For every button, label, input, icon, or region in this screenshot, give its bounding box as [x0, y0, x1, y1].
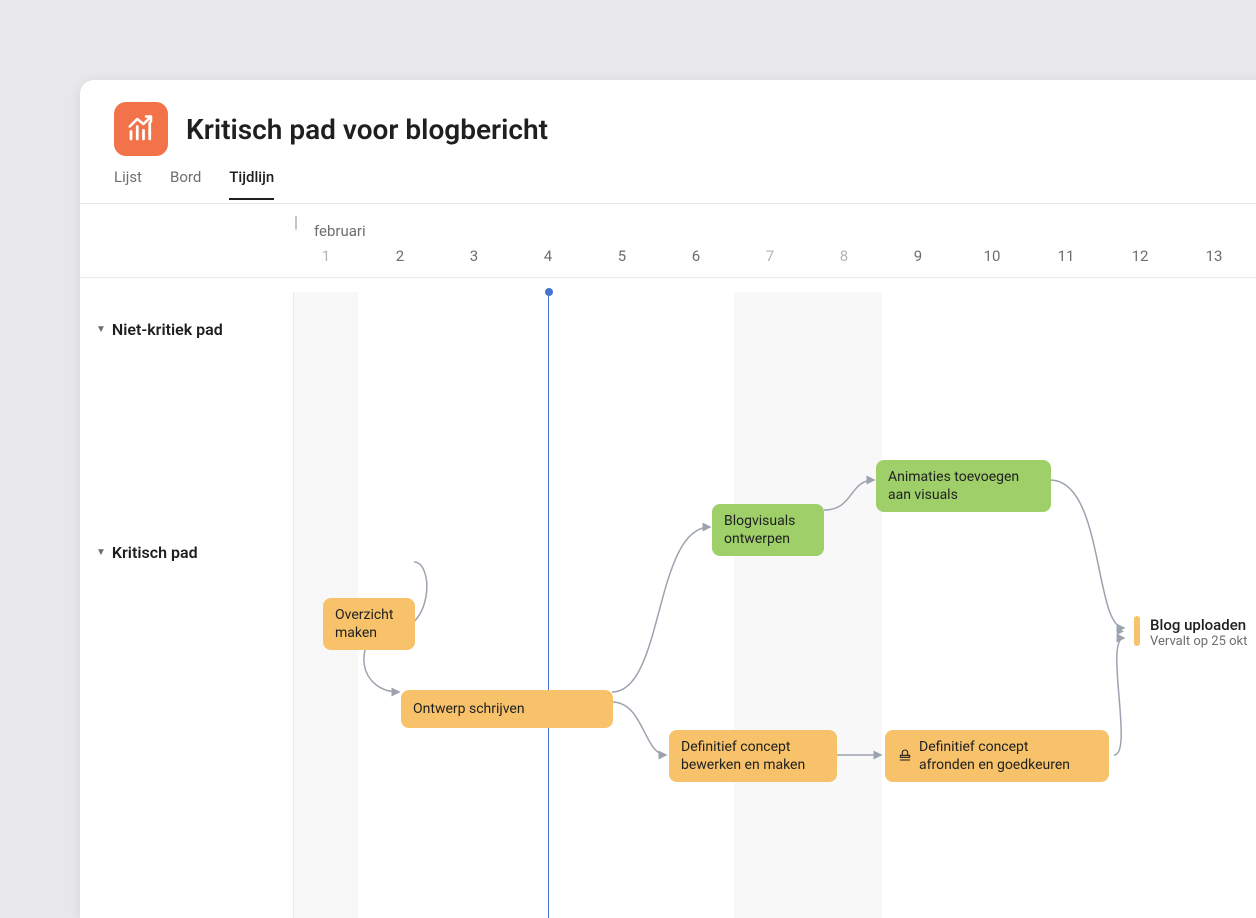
month-label: februari	[314, 222, 366, 240]
chart-canvas: Blogvisuals ontwerpen Animaties toevoege…	[294, 292, 1256, 918]
view-tabs: Lijst Bord Tijdlijn	[80, 168, 1256, 204]
task-label: Ontwerp schrijven	[413, 700, 525, 718]
milestone-subtitle: Vervalt op 25 okt	[1150, 634, 1247, 649]
project-icon	[114, 102, 168, 156]
day-col-5: 5	[618, 247, 626, 265]
chevron-down-icon: ▼	[96, 324, 106, 335]
timeline-date-header: februari 1 2 3 4 5 6 7 8 9 10 11 12 13	[80, 204, 1256, 278]
today-dot-icon	[545, 288, 553, 296]
arrow-right-icon: ▸	[1117, 623, 1124, 639]
task-label: Definitief concept bewerken en maken	[681, 738, 805, 774]
day-col-3: 3	[470, 247, 478, 265]
project-header: Kritisch pad voor blogbericht	[80, 80, 1256, 168]
section-header-noncritical[interactable]: ▼ Niet-kritiek pad	[80, 308, 293, 351]
task-label: Animaties toevoegen aan visuals	[888, 468, 1019, 504]
task-animaties[interactable]: Animaties toevoegen aan visuals	[876, 460, 1051, 512]
task-def-concept-afronden[interactable]: Definitief concept afronden en goedkeure…	[885, 730, 1109, 782]
day-col-11: 11	[1058, 247, 1075, 265]
section-header-critical[interactable]: ▼ Kritisch pad	[80, 531, 293, 574]
day-col-9: 9	[914, 247, 922, 265]
tab-board[interactable]: Bord	[170, 168, 201, 200]
day-col-12: 12	[1132, 247, 1149, 265]
task-blogvisuals[interactable]: Blogvisuals ontwerpen	[712, 504, 824, 556]
page-title: Kritisch pad voor blogbericht	[186, 113, 548, 146]
day-col-13: 13	[1206, 247, 1223, 265]
section-label: Kritisch pad	[112, 543, 198, 562]
chevron-down-icon: ▼	[96, 547, 106, 558]
day-col-4: 4	[544, 247, 552, 265]
task-def-concept-bewerken[interactable]: Definitief concept bewerken en maken	[669, 730, 837, 782]
section-label: Niet-kritiek pad	[112, 320, 223, 339]
milestone-upload[interactable]: ▸ Blog uploaden Vervalt op 25 okt	[1117, 616, 1247, 649]
growth-chart-icon	[126, 114, 156, 144]
today-indicator	[548, 292, 549, 918]
day-labels-row: 1 2 3 4 5 6 7 8 9 10 11 12 13	[80, 247, 1256, 267]
task-ontwerp[interactable]: Ontwerp schrijven	[401, 690, 613, 728]
tab-timeline[interactable]: Tijdlijn	[229, 168, 274, 200]
task-label: Blogvisuals ontwerpen	[724, 512, 795, 548]
task-overzicht[interactable]: Overzicht maken	[323, 598, 415, 650]
task-label: Overzicht maken	[335, 606, 393, 642]
milestone-text: Blog uploaden Vervalt op 25 okt	[1150, 616, 1247, 649]
timeline-grid[interactable]: ▼ Niet-kritiek pad ▼ Kritisch pad	[80, 292, 1256, 918]
month-tick	[295, 216, 297, 230]
tab-list[interactable]: Lijst	[114, 168, 142, 200]
approval-stamp-icon	[897, 748, 913, 764]
section-sidebar: ▼ Niet-kritiek pad ▼ Kritisch pad	[80, 292, 294, 918]
day-col-7: 7	[766, 247, 774, 265]
day-col-2: 2	[396, 247, 404, 265]
day-col-10: 10	[984, 247, 1001, 265]
app-window: Kritisch pad voor blogbericht Lijst Bord…	[80, 80, 1256, 918]
task-label: Definitief concept afronden en goedkeure…	[919, 738, 1070, 774]
weekend-band	[734, 292, 882, 918]
day-col-1: 1	[322, 247, 330, 265]
day-col-8: 8	[840, 247, 848, 265]
day-col-6: 6	[692, 247, 700, 265]
milestone-bar	[1134, 616, 1140, 646]
milestone-title: Blog uploaden	[1150, 616, 1247, 634]
